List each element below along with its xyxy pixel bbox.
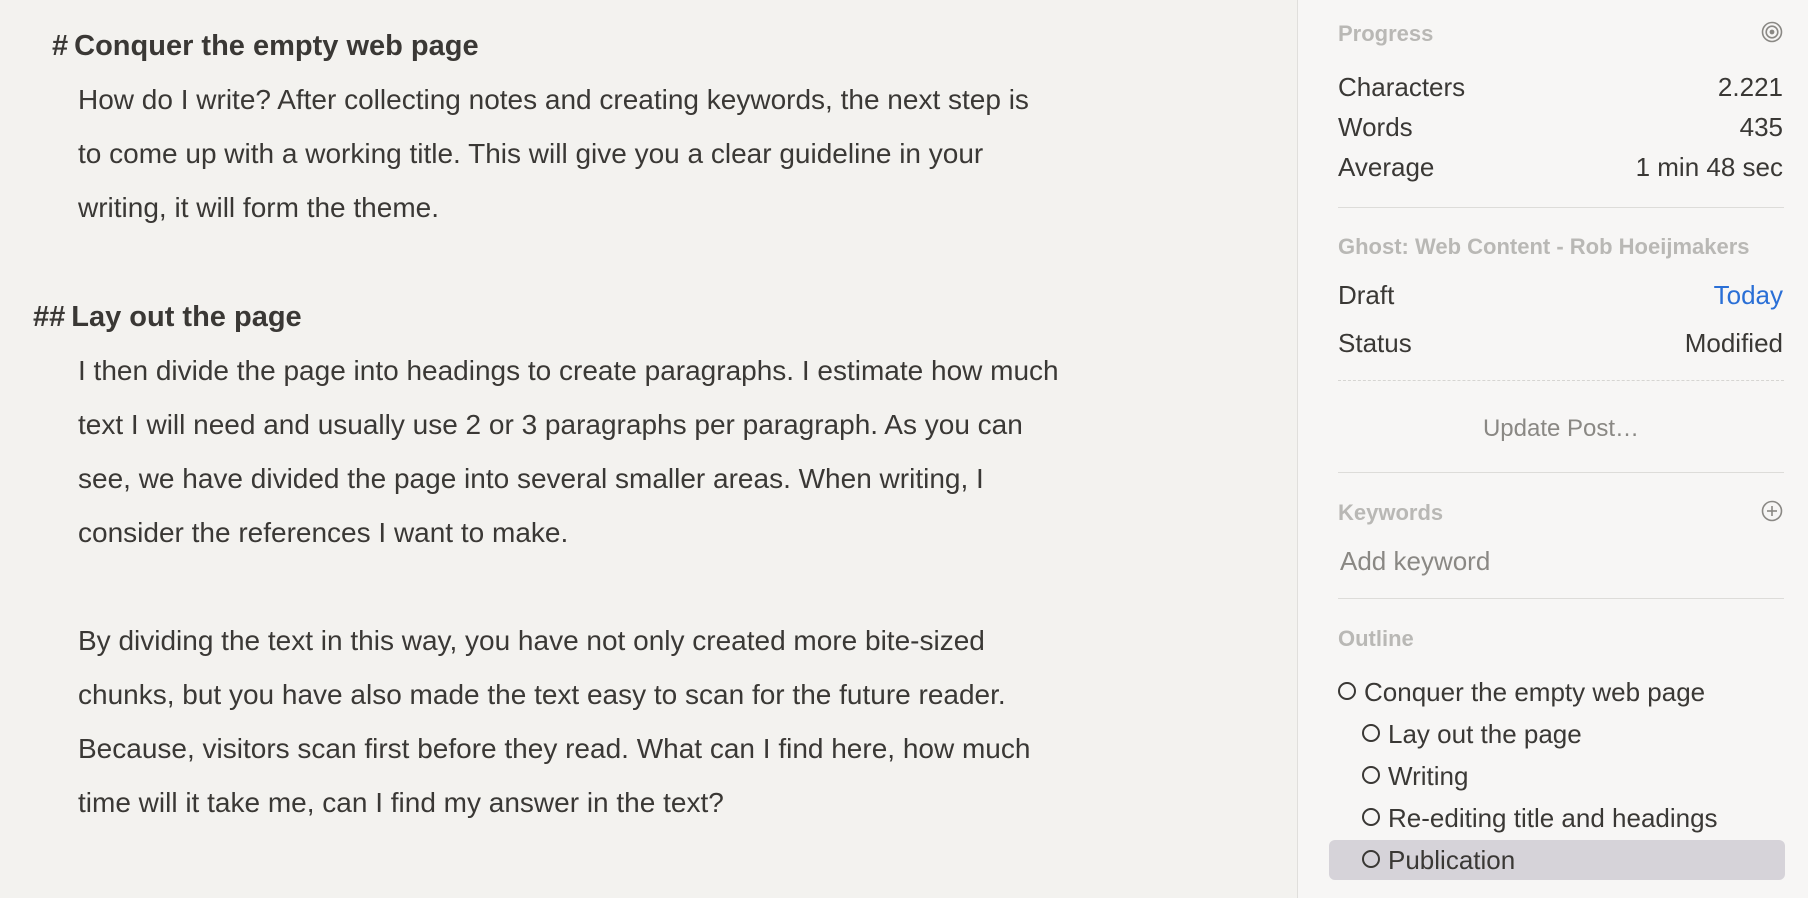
heading-marker: ##	[33, 301, 66, 333]
divider	[1338, 598, 1784, 599]
status-value: Modified	[1684, 328, 1783, 358]
paragraph-line[interactable]: to come up with a working title. This wi…	[78, 138, 983, 170]
paragraph-line[interactable]: By dividing the text in this way, you ha…	[78, 625, 985, 657]
draft-label: Draft	[1338, 280, 1395, 310]
paragraph-line[interactable]: see, we have divided the page into sever…	[78, 463, 984, 495]
dashed-divider	[1338, 380, 1784, 381]
target-icon[interactable]	[1761, 21, 1783, 43]
add-keyword-icon[interactable]	[1761, 500, 1783, 522]
keywords-section-label: Keywords	[1338, 500, 1444, 525]
draft-date-link[interactable]: Today	[1714, 280, 1783, 311]
outline-item-re-editing[interactable]: Re-editing title and headings	[1362, 798, 1718, 838]
paragraph-line[interactable]: Because, visitors scan first before they…	[78, 733, 1030, 765]
paragraph-line[interactable]: text I will need and usually use 2 or 3 …	[78, 409, 1023, 441]
app-window: # Conquer the empty web page How do I wri…	[0, 0, 1808, 898]
outline-item-conquer[interactable]: Conquer the empty web page	[1338, 672, 1705, 712]
editor-pane[interactable]: # Conquer the empty web page How do I wri…	[0, 0, 1297, 898]
heading-text: Conquer the empty web page	[74, 30, 479, 62]
status-label: Status	[1338, 328, 1412, 358]
outline-item-label: Publication	[1388, 845, 1516, 875]
paragraph-line[interactable]: writing, it will form the theme.	[78, 192, 439, 224]
characters-label: Characters	[1338, 72, 1466, 102]
outline-item-label: Conquer the empty web page	[1364, 677, 1706, 707]
heading-level-1[interactable]: # Conquer the empty web page	[52, 30, 479, 63]
outline-bullet-icon	[1362, 808, 1380, 827]
paragraph-line[interactable]: How do I write? After collecting notes a…	[78, 84, 1029, 116]
publish-target-label: Ghost: Web Content - Rob Hoeijmakers	[1338, 234, 1750, 259]
average-label: Average	[1338, 152, 1435, 182]
add-keyword-input[interactable]	[1338, 543, 1782, 579]
divider	[1338, 472, 1784, 473]
outline-item-label: Writing	[1388, 761, 1469, 791]
outline-item-publication[interactable]: Publication	[1362, 840, 1515, 880]
outline-bullet-icon	[1362, 766, 1380, 785]
heading-level-2[interactable]: ## Lay out the page	[33, 301, 302, 334]
outline-item-label: Re-editing title and headings	[1388, 803, 1718, 833]
outline-bullet-icon	[1362, 850, 1380, 869]
outline-bullet-icon	[1362, 724, 1380, 743]
paragraph-line[interactable]: I then divide the page into headings to …	[78, 355, 1059, 387]
progress-section-label: Progress	[1338, 21, 1434, 46]
outline-item-lay-out[interactable]: Lay out the page	[1362, 714, 1582, 754]
divider	[1338, 207, 1784, 208]
outline-bullet-icon	[1338, 682, 1356, 701]
heading-text: Lay out the page	[71, 301, 302, 333]
words-label: Words	[1338, 112, 1413, 142]
outline-section-label: Outline	[1338, 626, 1414, 651]
heading-marker: #	[52, 30, 69, 62]
words-value: 435	[1739, 112, 1783, 142]
average-value: 1 min 48 sec	[1635, 152, 1783, 182]
outline-item-label: Lay out the page	[1388, 719, 1582, 749]
paragraph-line[interactable]: time will it take me, can I find my answ…	[78, 787, 724, 819]
outline-item-writing[interactable]: Writing	[1362, 756, 1468, 796]
paragraph-line[interactable]: chunks, but you have also made the text …	[78, 679, 1006, 711]
inspector-sidebar: Progress Characters 2.221 Words 435 Aver…	[1297, 0, 1808, 898]
paragraph-line[interactable]: consider the references I want to make.	[78, 517, 568, 549]
characters-value: 2.221	[1717, 72, 1783, 102]
update-post-button[interactable]: Update Post…	[1338, 410, 1784, 448]
